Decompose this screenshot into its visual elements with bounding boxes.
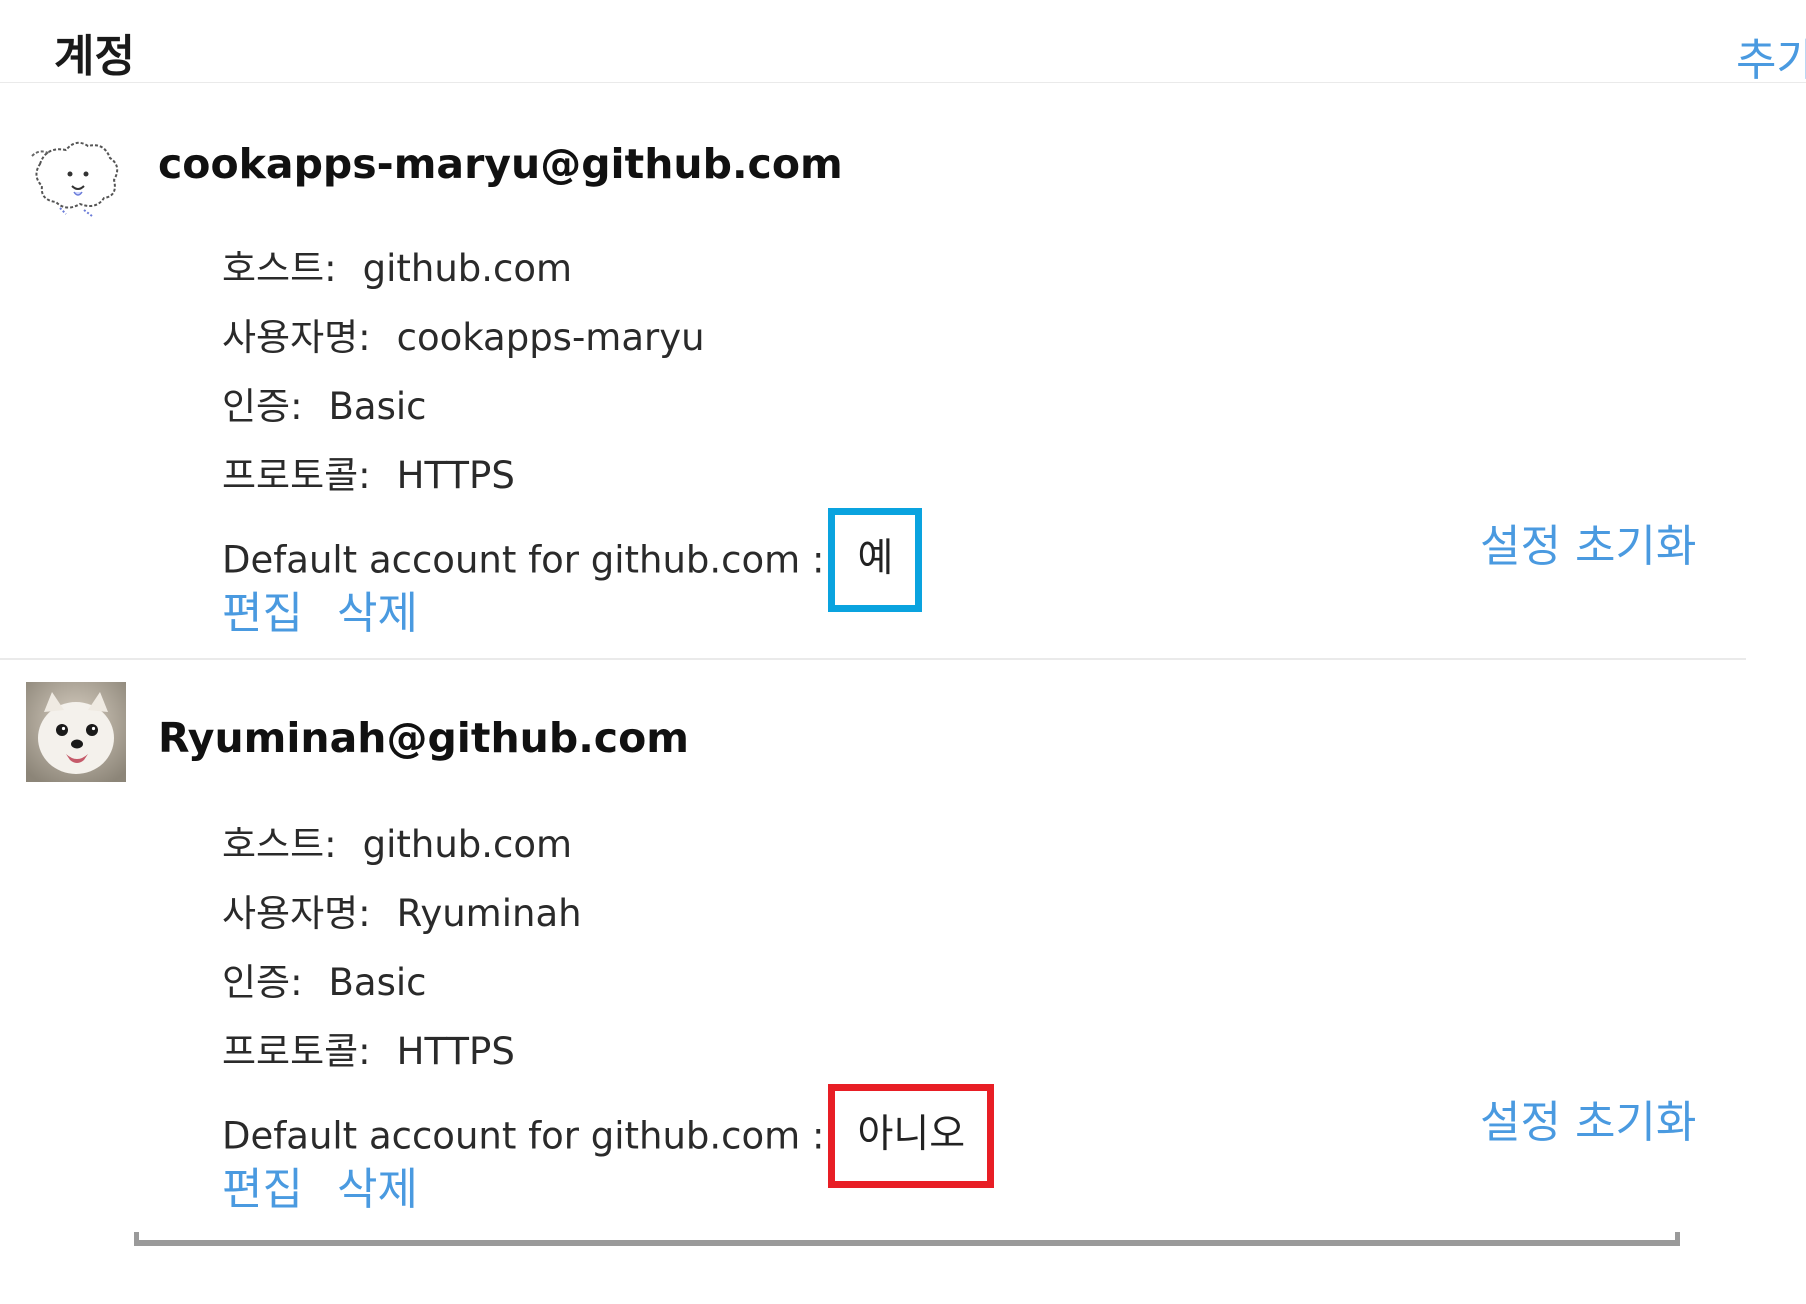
reset-settings-link[interactable]: 설정 초기화 [1480, 510, 1696, 574]
default-account-value: 예 [828, 508, 923, 612]
host-label: 호스트: [222, 823, 337, 866]
auth-row: 인증: Basic [222, 372, 922, 441]
host-row: 호스트: github.com [222, 810, 994, 879]
cartoon-dog-avatar-icon [26, 124, 126, 224]
default-account-value: 아니오 [828, 1084, 995, 1188]
protocol-row: 프로토콜: HTTPS [222, 1017, 994, 1086]
account-card: Ryuminah@github.com 호스트: github.com 사용자명:… [0, 660, 1746, 1220]
default-account-label: Default account for github.com : [222, 1114, 825, 1158]
avatar [26, 124, 126, 224]
accounts-page: 계정 추가 cookapps-maryu@github.com 호스트: gith… [0, 0, 1806, 1304]
accounts-header: 계정 추가 [0, 0, 1806, 86]
account-card: cookapps-maryu@github.com 호스트: github.com… [0, 84, 1746, 660]
delete-link[interactable]: 삭제 [337, 588, 418, 639]
reset-settings-link[interactable]: 설정 초기화 [1480, 1086, 1696, 1150]
auth-label: 인증: [222, 961, 303, 1004]
protocol-label: 프로토콜: [222, 1030, 371, 1073]
host-value: github.com [362, 247, 573, 290]
username-label: 사용자명: [222, 892, 371, 935]
host-label: 호스트: [222, 247, 337, 290]
edit-link[interactable]: 편집 [222, 1164, 303, 1215]
page-title: 계정 [54, 31, 135, 82]
username-value: Ryuminah [396, 892, 582, 935]
protocol-value: HTTPS [396, 1030, 515, 1073]
dog-photo-avatar-icon [26, 682, 126, 782]
protocol-row: 프로토콜: HTTPS [222, 441, 922, 510]
host-value: github.com [362, 823, 573, 866]
account-actions: 편집 삭제 [222, 579, 922, 648]
username-row: 사용자명: Ryuminah [222, 879, 994, 948]
add-account-link[interactable]: 추가 [1736, 24, 1806, 88]
username-row: 사용자명: cookapps-maryu [222, 303, 922, 372]
delete-link[interactable]: 삭제 [337, 1164, 418, 1215]
account-email: Ryuminah@github.com [158, 714, 689, 762]
horizontal-scrollbar[interactable] [134, 1232, 1680, 1246]
edit-link[interactable]: 편집 [222, 588, 303, 639]
default-account-label: Default account for github.com : [222, 538, 825, 582]
protocol-value: HTTPS [396, 454, 515, 497]
default-account-row: Default account for github.com : 아니오 [222, 1084, 995, 1188]
host-row: 호스트: github.com [222, 234, 922, 303]
account-email: cookapps-maryu@github.com [158, 140, 843, 188]
auth-value: Basic [328, 385, 427, 428]
auth-row: 인증: Basic [222, 948, 994, 1017]
avatar [26, 682, 126, 782]
auth-label: 인증: [222, 385, 303, 428]
account-details: 호스트: github.com 사용자명: cookapps-maryu 인증: Ba… [222, 234, 923, 648]
account-details: 호스트: github.com 사용자명: Ryuminah 인증: Basic 프로… [222, 810, 995, 1224]
username-label: 사용자명: [222, 316, 371, 359]
username-value: cookapps-maryu [396, 316, 705, 359]
protocol-label: 프로토콜: [222, 454, 371, 497]
auth-value: Basic [328, 961, 427, 1004]
default-account-row: Default account for github.com :예 [222, 508, 923, 612]
